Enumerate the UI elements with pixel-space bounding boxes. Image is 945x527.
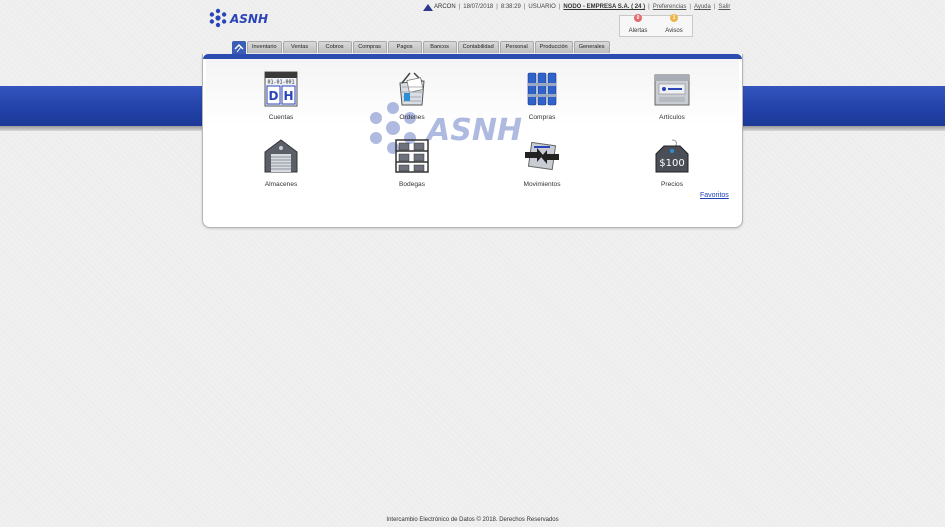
warehouse-icon — [264, 139, 298, 173]
stacked-containers-icon — [527, 72, 557, 106]
home-tab[interactable] — [232, 41, 246, 54]
module-compras[interactable]: Compras — [507, 71, 577, 127]
module-bodegas[interactable]: Bodegas — [377, 138, 447, 194]
module-articulos[interactable]: Artículos — [637, 71, 707, 127]
help-link[interactable]: Ayuda — [694, 4, 711, 10]
logo-text: ASNH — [229, 12, 268, 26]
notifications-box: 0 Alertas 1 Avisos — [619, 14, 693, 37]
user-label: USUARIO — [528, 4, 556, 10]
tab-inventario[interactable]: Inventario — [247, 41, 282, 53]
tab-bancos[interactable]: Bancos — [422, 41, 457, 53]
tab-ventas[interactable]: Ventas — [282, 41, 317, 53]
storage-rack-icon — [395, 139, 429, 173]
module-label: Ordenes — [399, 114, 425, 121]
logout-link[interactable]: Salir — [718, 4, 730, 10]
tab-personal[interactable]: Personal — [499, 41, 534, 53]
module-almacenes[interactable]: Almacenes — [246, 138, 316, 194]
module-label: Precios — [661, 181, 683, 188]
module-precios[interactable]: $100 Precios — [637, 138, 707, 194]
current-date: 18/07/2018 — [463, 4, 494, 10]
product-box-icon — [654, 74, 690, 106]
tab-cobros[interactable]: Cobros — [317, 41, 352, 53]
main-tabs: Inventario Ventas Cobros Compras Pagos B… — [232, 41, 610, 54]
ledger-dh-icon: 01-01-001 D H — [264, 71, 298, 107]
arcon-brand-name: ARCON — [434, 4, 456, 10]
home-icon — [234, 43, 244, 52]
module-cuentas[interactable]: 01-01-001 D H Cuentas — [246, 71, 316, 127]
alerts-button[interactable]: 0 Alertas — [620, 14, 656, 36]
svg-text:$100: $100 — [659, 158, 684, 169]
alerts-count-badge: 0 — [634, 14, 642, 22]
module-label: Bodegas — [398, 181, 426, 188]
asterisk-logo-icon — [209, 8, 227, 28]
module-label: Almacenes — [264, 181, 298, 188]
tab-produccion[interactable]: Producción — [534, 41, 573, 53]
notices-button[interactable]: 1 Avisos — [656, 14, 692, 36]
current-time: 8:38:29 — [500, 4, 521, 10]
module-label: Compras — [528, 114, 556, 121]
arcon-brand: ARCON — [423, 3, 456, 11]
svg-text:D: D — [269, 89, 279, 103]
arcon-logo-icon — [423, 3, 433, 11]
price-tag-icon: $100 — [655, 139, 689, 173]
alerts-label: Alertas — [628, 28, 648, 34]
module-movimientos[interactable]: Movimientos — [507, 138, 577, 194]
shopping-basket-icon — [399, 72, 425, 106]
tab-compras[interactable]: Compras — [352, 41, 387, 53]
tab-generales[interactable]: Generales — [573, 41, 610, 53]
module-ordenes[interactable]: Ordenes — [377, 71, 447, 127]
asnh-logo: ASNH — [209, 8, 268, 28]
footer-text: Intercambio Electrónico de Datos © 2018.… — [386, 517, 559, 523]
svg-text:01-01-001: 01-01-001 — [267, 80, 294, 86]
svg-text:H: H — [283, 89, 293, 103]
top-info-bar: ARCON | 18/07/2018 | 8:38:29 | USUARIO |… — [423, 2, 730, 12]
transfer-arrows-icon — [525, 141, 559, 171]
tab-pagos[interactable]: Pagos — [387, 41, 422, 53]
module-label: Cuentas — [268, 114, 294, 121]
module-label: Artículos — [659, 114, 685, 121]
favorites-link[interactable]: Favoritos — [700, 192, 729, 199]
preferences-link[interactable]: Preferencias — [653, 4, 687, 10]
company-name[interactable]: NODO - EMPRESA S.A. ( 24 ) — [563, 4, 645, 10]
notices-label: Avisos — [665, 28, 683, 34]
module-label: Movimientos — [523, 181, 561, 188]
notices-count-badge: 1 — [670, 14, 678, 22]
tab-contabilidad[interactable]: Contabilidad — [457, 41, 499, 53]
